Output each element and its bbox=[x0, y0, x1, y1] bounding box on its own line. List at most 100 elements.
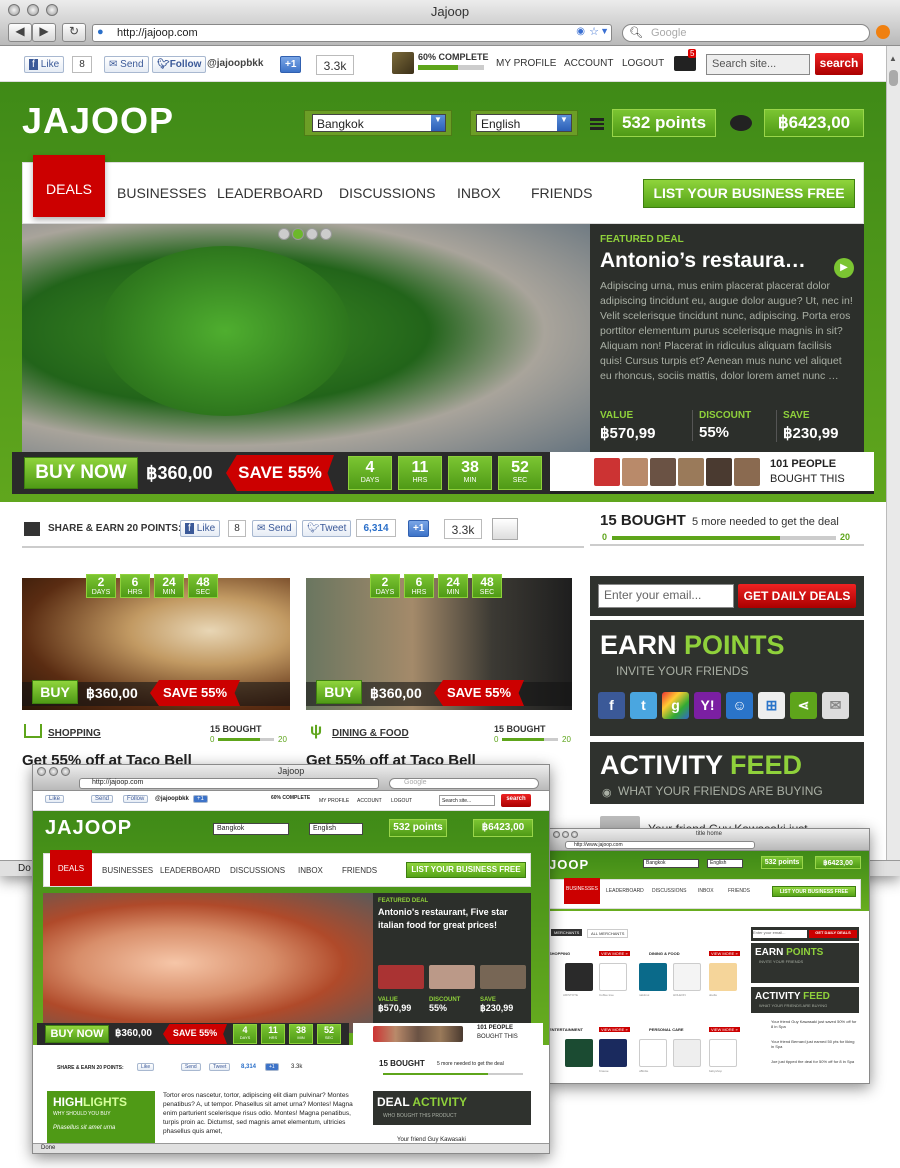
deal-category[interactable]: DINING & FOOD bbox=[332, 728, 409, 739]
my-profile-link[interactable]: MY PROFILE bbox=[496, 58, 556, 69]
mail-icon[interactable] bbox=[674, 56, 696, 71]
featured-thumb[interactable] bbox=[480, 965, 526, 989]
deal-card[interactable]: 2 DAYS 6 HRS 24 MIN 48 SEC BUY ฿360,00 SAVE … bbox=[306, 574, 572, 769]
facebook-like-button[interactable]: Like bbox=[45, 795, 65, 803]
share-like-button[interactable]: Like bbox=[137, 1063, 155, 1071]
merchant-logo[interactable] bbox=[673, 1039, 701, 1067]
view-more-button[interactable]: VIEW MORE » bbox=[709, 1027, 740, 1032]
get-daily-deals-button[interactable]: GET DAILY DEALS bbox=[738, 584, 856, 608]
nav-friends[interactable]: FRIENDS bbox=[531, 163, 592, 201]
hero-image[interactable] bbox=[43, 893, 373, 1033]
facebook-like-button[interactable]: f Like bbox=[24, 56, 65, 73]
deal-buy-button[interactable]: BUY bbox=[32, 680, 78, 704]
nav-deals[interactable]: DEALS bbox=[50, 850, 92, 886]
nav-leaderboard[interactable]: LEADERBOARD bbox=[606, 880, 644, 894]
points-badge[interactable]: 532 points bbox=[761, 856, 803, 869]
close-window-button[interactable] bbox=[8, 4, 20, 16]
nav-friends[interactable]: FRIENDS bbox=[342, 854, 377, 875]
facebook-icon[interactable]: f bbox=[598, 692, 625, 719]
nav-leaderboard[interactable]: LEADERBOARD bbox=[160, 854, 220, 875]
google-plus-button[interactable]: +1 bbox=[193, 795, 208, 803]
share-plus-button[interactable]: +1 bbox=[265, 1063, 279, 1071]
close-window-button[interactable] bbox=[553, 831, 560, 838]
merchant-logo[interactable] bbox=[709, 1039, 737, 1067]
reload-button[interactable]: ↻ bbox=[62, 23, 86, 42]
site-search-button[interactable]: search bbox=[501, 794, 531, 807]
nav-inbox[interactable]: INBOX bbox=[698, 880, 714, 894]
site-search-input[interactable]: Search site... bbox=[439, 795, 495, 806]
merchant-logo[interactable] bbox=[599, 963, 627, 991]
tweet-button[interactable]: Tweet bbox=[209, 1063, 231, 1071]
twitter-handle[interactable]: @jajoopbkk bbox=[155, 796, 189, 802]
balance-badge[interactable]: ฿6423,00 bbox=[764, 109, 864, 137]
merchant-logo[interactable] bbox=[599, 1039, 627, 1067]
jajoop-logo[interactable]: JOOP bbox=[549, 857, 589, 872]
language-select[interactable]: English bbox=[309, 823, 363, 835]
tweet-button[interactable]: 🐦︎Tweet bbox=[302, 520, 352, 537]
hero-image[interactable] bbox=[22, 224, 590, 462]
daily-email-input[interactable]: Enter your email... bbox=[753, 930, 807, 938]
nav-businesses[interactable]: BUSINESSES bbox=[564, 878, 600, 904]
google-plus-button[interactable]: +1 bbox=[280, 56, 302, 73]
get-daily-deals-button[interactable]: GET DAILY DEALS bbox=[809, 930, 857, 938]
close-window-button[interactable] bbox=[37, 767, 46, 776]
points-badge[interactable]: 532 points bbox=[612, 109, 716, 137]
carousel-dot-active[interactable] bbox=[292, 228, 304, 240]
bookmark-star-icon[interactable]: ☆ bbox=[589, 25, 599, 38]
buyer-avatar[interactable] bbox=[373, 1026, 463, 1042]
account-link[interactable]: ACCOUNT bbox=[564, 58, 613, 69]
share-plus-button[interactable]: +1 bbox=[408, 520, 430, 537]
play-arrow-icon[interactable]: ▶ bbox=[834, 258, 854, 278]
view-more-button[interactable]: VIEW MORE » bbox=[709, 951, 740, 956]
site-search-button[interactable]: search bbox=[815, 53, 863, 75]
list-business-button[interactable]: LIST YOUR BUSINESS FREE bbox=[772, 886, 856, 897]
merchant-logo[interactable] bbox=[709, 963, 737, 991]
nav-discussions[interactable]: DISCUSSIONS bbox=[339, 163, 435, 201]
back-button[interactable]: ◀ bbox=[8, 23, 32, 42]
featured-title[interactable]: Antonio’s restaura… bbox=[600, 249, 854, 273]
nav-discussions[interactable]: DISCUSSIONS bbox=[652, 880, 686, 894]
share-network-icon[interactable]: ⋖ bbox=[790, 692, 817, 719]
url-bar[interactable]: http://jajoop.com bbox=[79, 778, 379, 789]
city-select[interactable]: Bangkok ▼ bbox=[312, 114, 446, 132]
zoom-window-button[interactable] bbox=[61, 767, 70, 776]
balance-badge[interactable]: ฿6423,00 bbox=[473, 819, 533, 837]
zoom-window-button[interactable] bbox=[46, 4, 58, 16]
logout-link[interactable]: LOGOUT bbox=[622, 58, 664, 69]
nav-leaderboard[interactable]: LEADERBOARD bbox=[217, 163, 323, 201]
jajoop-logo[interactable]: JAJOOP bbox=[45, 817, 132, 840]
tab-merchants[interactable]: MERCHANTS bbox=[551, 929, 583, 936]
twitter-follow-button[interactable]: Follow bbox=[123, 795, 149, 803]
google-search-field[interactable]: Google bbox=[389, 778, 539, 789]
tab-all-merchants[interactable]: ALL MERCHANTS bbox=[587, 929, 629, 938]
share-send-button[interactable]: Send bbox=[181, 1063, 201, 1071]
points-badge[interactable]: 532 points bbox=[389, 819, 447, 837]
buyer-avatar[interactable] bbox=[594, 458, 620, 486]
merchant-logo[interactable] bbox=[639, 1039, 667, 1067]
scroll-up-arrow[interactable]: ▲ bbox=[889, 54, 897, 63]
url-dropdown-icon[interactable]: ▼ bbox=[600, 26, 609, 36]
nav-discussions[interactable]: DISCUSSIONS bbox=[230, 854, 285, 875]
buyer-avatar[interactable] bbox=[622, 458, 648, 486]
deal-card[interactable]: 2 DAYS 6 HRS 24 MIN 48 SEC BUY ฿360,00 SAVE … bbox=[22, 574, 290, 769]
deal-buy-button[interactable]: BUY bbox=[316, 680, 362, 704]
share-like-button[interactable]: f Like bbox=[180, 520, 221, 537]
yahoo-icon[interactable]: Y! bbox=[694, 692, 721, 719]
google-icon[interactable]: g bbox=[662, 692, 689, 719]
city-select[interactable]: Bangkok bbox=[213, 823, 289, 835]
nav-inbox[interactable]: INBOX bbox=[457, 163, 501, 201]
google-search-field[interactable]: 🔍︎ Google bbox=[622, 24, 870, 42]
forward-button[interactable]: ▶ bbox=[32, 23, 56, 42]
url-bar[interactable]: http://www.jajoop.com bbox=[565, 841, 755, 849]
list-business-button[interactable]: LIST YOUR BUSINESS FREE bbox=[643, 179, 855, 208]
share-send-button[interactable]: ✉ Send bbox=[252, 520, 297, 537]
view-more-button[interactable]: VIEW MORE » bbox=[599, 1027, 630, 1032]
twitter-icon[interactable]: t bbox=[630, 692, 657, 719]
twitter-follow-button[interactable]: 🐦︎Follow bbox=[152, 56, 207, 73]
featured-thumb[interactable] bbox=[378, 965, 424, 989]
featured-title[interactable]: Antonio's restaurant, Five star italian … bbox=[378, 906, 526, 932]
my-profile-link[interactable]: MY PROFILE bbox=[319, 798, 349, 804]
buyer-avatar[interactable] bbox=[650, 458, 676, 486]
email-share-icon[interactable] bbox=[492, 518, 518, 540]
buy-now-button[interactable]: BUY NOW bbox=[24, 457, 138, 489]
